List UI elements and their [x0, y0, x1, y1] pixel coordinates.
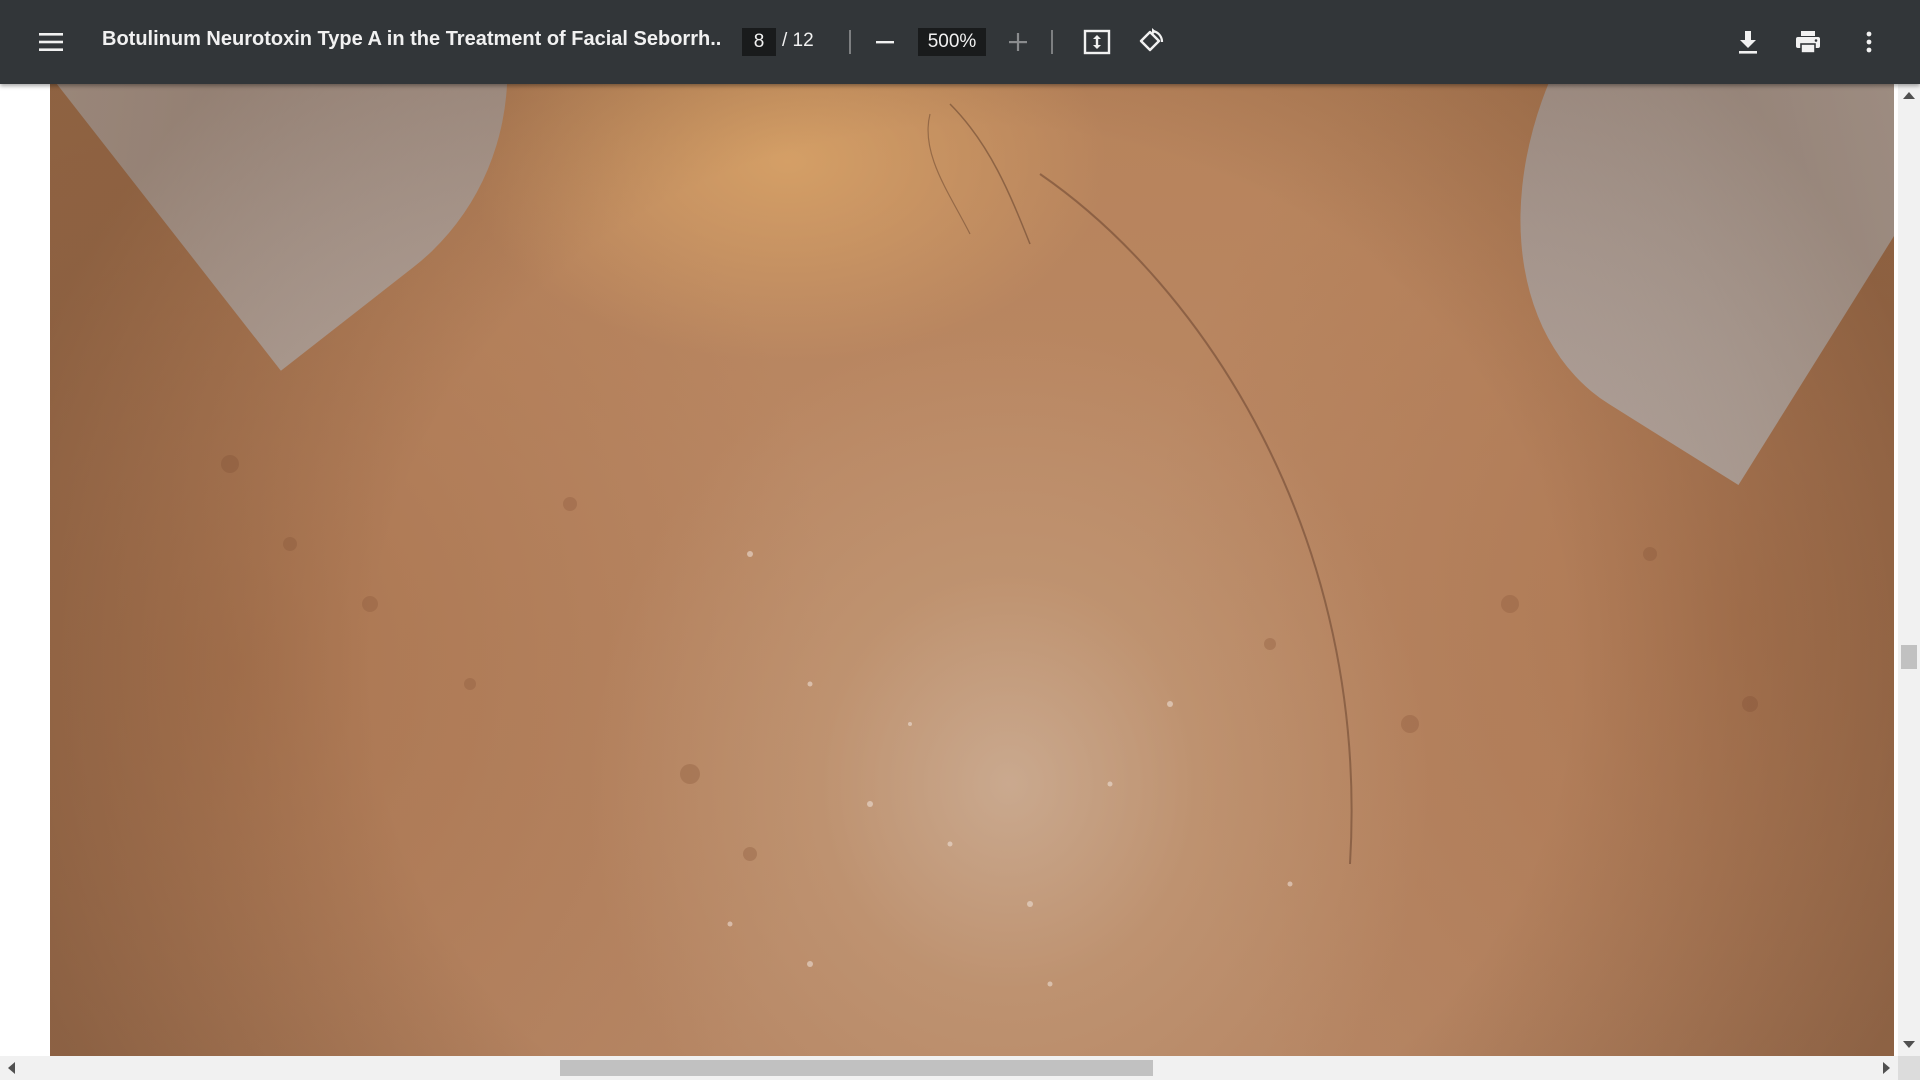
scroll-up-arrow-icon[interactable] [1903, 92, 1915, 99]
menu-button[interactable] [27, 18, 75, 66]
scrollbar-corner [1898, 1056, 1920, 1080]
pdf-viewport[interactable] [0, 84, 1898, 1056]
scroll-right-arrow-icon[interactable] [1883, 1062, 1890, 1074]
rotate-button[interactable] [1127, 18, 1175, 66]
print-icon [1794, 29, 1822, 55]
scroll-down-arrow-icon[interactable] [1903, 1041, 1915, 1048]
zoom-level-input[interactable] [918, 28, 986, 56]
document-title: Botulinum Neurotoxin Type A in the Treat… [102, 28, 722, 50]
download-button[interactable] [1724, 18, 1772, 66]
page-number-input[interactable] [742, 28, 776, 56]
horizontal-scrollbar[interactable] [0, 1056, 1898, 1080]
more-vertical-icon [1865, 30, 1873, 54]
more-options-button[interactable] [1845, 18, 1893, 66]
toolbar-separator [849, 30, 851, 54]
page-total-label: / 12 [782, 30, 814, 51]
zoom-out-button[interactable] [861, 18, 909, 66]
fit-to-page-button[interactable] [1073, 18, 1121, 66]
fit-to-page-icon [1083, 29, 1111, 55]
minus-icon [874, 31, 896, 53]
rotate-counterclockwise-icon [1137, 28, 1165, 56]
vertical-scroll-thumb[interactable] [1901, 644, 1917, 669]
toolbar-separator [1051, 30, 1053, 54]
horizontal-scroll-thumb[interactable] [559, 1060, 1153, 1076]
hamburger-menu-icon [38, 31, 64, 53]
zoom-in-button[interactable] [994, 18, 1042, 66]
print-button[interactable] [1784, 18, 1832, 66]
forehead-skin-photo [50, 84, 1894, 1056]
vertical-scrollbar[interactable] [1898, 84, 1920, 1056]
plus-icon [1007, 31, 1029, 53]
download-icon [1736, 29, 1760, 55]
photo-vignette [50, 84, 1894, 1056]
scroll-left-arrow-icon[interactable] [8, 1062, 15, 1074]
pdf-toolbar: Botulinum Neurotoxin Type A in the Treat… [0, 0, 1920, 84]
